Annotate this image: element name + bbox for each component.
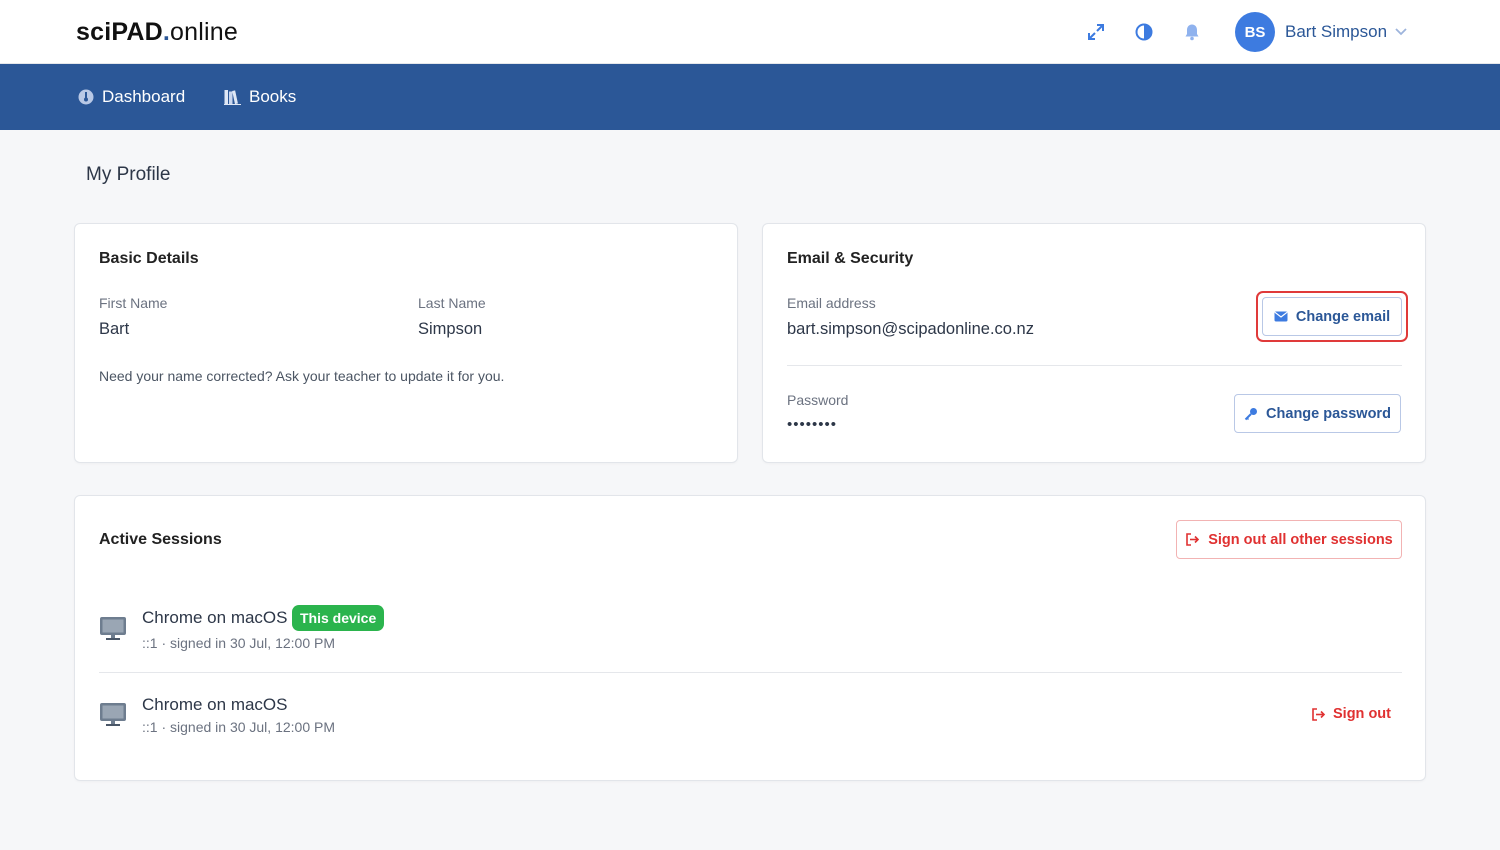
contrast-icon[interactable]	[1132, 20, 1156, 44]
sign-out-icon	[1185, 533, 1200, 546]
nav-item-label: Books	[249, 87, 297, 106]
user-name[interactable]: Bart Simpson	[1285, 22, 1387, 42]
change-email-label: Change email	[1295, 308, 1391, 325]
card-title: Basic Details	[99, 250, 199, 267]
nav-item-label: Dashboard	[102, 87, 186, 106]
logo-dot: .	[162, 18, 171, 46]
card-title: Email & Security	[787, 250, 914, 267]
sign-out-all-button[interactable]: Sign out all other sessions	[1176, 520, 1402, 559]
desktop-icon	[99, 702, 127, 733]
desktop-icon	[99, 616, 127, 647]
password-label: Password	[787, 392, 849, 408]
nav-item-dashboard[interactable]: Dashboard	[78, 86, 185, 108]
email-label: Email address	[787, 295, 876, 311]
email-value: bart.simpson@scipadonline.co.nz	[787, 320, 1034, 338]
books-icon	[224, 89, 241, 105]
expand-icon[interactable]	[1084, 20, 1108, 44]
page-title: My Profile	[86, 164, 171, 185]
sign-out-button[interactable]: Sign out	[1311, 706, 1391, 722]
basic-details-card: Basic Details First Name Bart Last Name …	[74, 223, 738, 463]
session-device-name: Chrome on macOS	[142, 608, 288, 627]
change-password-label: Change password	[1266, 405, 1391, 422]
active-sessions-card: Active Sessions Sign out all other sessi…	[74, 495, 1426, 781]
section-divider	[787, 365, 1402, 366]
bell-icon[interactable]	[1180, 20, 1204, 44]
change-password-button[interactable]: Change password	[1234, 394, 1401, 433]
key-icon	[1244, 407, 1258, 421]
avatar[interactable]: BS	[1235, 12, 1275, 52]
nav-item-books[interactable]: Books	[224, 86, 296, 108]
dashboard-icon	[78, 89, 94, 105]
logo-text-bold: sciPAD	[76, 18, 163, 46]
first-name-label: First Name	[99, 295, 168, 311]
session-device-name: Chrome on macOS	[142, 695, 288, 714]
session-meta: ::1 · signed in 30 Jul, 12:00 PM	[142, 719, 335, 735]
session-divider	[99, 672, 1402, 673]
sign-out-icon	[1311, 707, 1326, 721]
card-title: Active Sessions	[99, 531, 222, 548]
last-name-label: Last Name	[418, 295, 486, 311]
name-correction-hint: Need your name corrected? Ask your teach…	[99, 368, 505, 384]
this-device-badge: This device	[292, 605, 385, 631]
chevron-down-icon[interactable]	[1394, 24, 1408, 43]
sign-out-all-label: Sign out all other sessions	[1208, 531, 1393, 548]
password-value: ••••••••	[787, 416, 838, 433]
last-name-value: Simpson	[418, 320, 483, 338]
envelope-icon	[1274, 311, 1288, 322]
main-nav: Dashboard Books	[0, 64, 1500, 130]
session-meta: ::1 · signed in 30 Jul, 12:00 PM	[142, 635, 335, 651]
email-security-card: Email & Security Email address bart.simp…	[762, 223, 1426, 463]
sign-out-label: Sign out	[1333, 706, 1391, 722]
change-email-button[interactable]: Change email	[1262, 297, 1402, 336]
first-name-value: Bart	[99, 320, 130, 338]
logo-text-light: online	[170, 18, 238, 46]
top-header: sciPAD.online BS Bart Simpson	[0, 0, 1500, 64]
app-logo[interactable]: sciPAD.online	[76, 18, 238, 47]
